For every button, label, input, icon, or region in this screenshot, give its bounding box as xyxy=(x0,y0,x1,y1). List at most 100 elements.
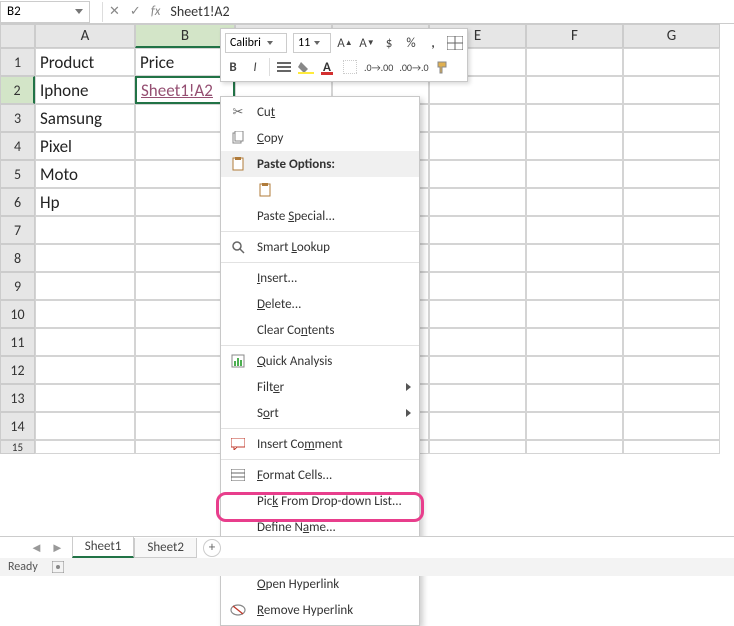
cell-A8[interactable] xyxy=(35,244,135,272)
increase-decimal-icon[interactable]: .0→.00 xyxy=(364,61,393,74)
cell-F4[interactable] xyxy=(526,132,623,160)
chevron-down-icon[interactable] xyxy=(314,41,320,45)
cell-E3[interactable] xyxy=(429,104,526,132)
cell-G8[interactable] xyxy=(623,244,720,272)
cell-E4[interactable] xyxy=(429,132,526,160)
cell-F15[interactable] xyxy=(526,440,623,454)
cell-A7[interactable] xyxy=(35,216,135,244)
increase-font-icon[interactable]: A▲ xyxy=(337,36,353,51)
cell-F9[interactable] xyxy=(526,272,623,300)
cell-A6[interactable]: Hp xyxy=(35,188,135,216)
align-icon[interactable] xyxy=(276,61,292,73)
enter-icon[interactable]: ✓ xyxy=(130,4,141,19)
cell-A2[interactable]: Iphone xyxy=(35,76,135,104)
cell-A3[interactable]: Samsung xyxy=(35,104,135,132)
cell-F11[interactable] xyxy=(526,328,623,356)
cell-E8[interactable] xyxy=(429,244,526,272)
row-header-8[interactable]: 8 xyxy=(0,244,35,272)
chevron-down-icon[interactable] xyxy=(75,9,83,14)
cell-F5[interactable] xyxy=(526,160,623,188)
menu-clear-contents[interactable]: Clear Contents xyxy=(221,317,419,343)
chevron-right-icon[interactable]: ► xyxy=(51,540,64,556)
decrease-font-icon[interactable]: A▼ xyxy=(359,36,375,51)
font-size-selector[interactable]: 11 xyxy=(293,33,331,53)
cell-E6[interactable] xyxy=(429,188,526,216)
cell-A10[interactable] xyxy=(35,300,135,328)
cell-E14[interactable] xyxy=(429,412,526,440)
cell-G5[interactable] xyxy=(623,160,720,188)
cell-A14[interactable] xyxy=(35,412,135,440)
fx-icon[interactable]: fx xyxy=(151,4,161,19)
name-box[interactable]: B2 xyxy=(0,1,90,23)
cell-F3[interactable] xyxy=(526,104,623,132)
format-painter-icon[interactable] xyxy=(435,60,451,74)
chevron-left-icon[interactable]: ◄ xyxy=(30,540,43,556)
decrease-decimal-icon[interactable]: .00→.0 xyxy=(399,61,428,74)
menu-paste-special[interactable]: Paste Special... xyxy=(221,203,419,229)
cell-E11[interactable] xyxy=(429,328,526,356)
menu-filter[interactable]: Filter xyxy=(221,374,419,400)
italic-button[interactable]: I xyxy=(247,60,263,75)
cancel-icon[interactable]: ✕ xyxy=(109,4,120,19)
menu-remove-hyperlink[interactable]: Remove Hyperlink xyxy=(221,597,419,623)
font-name-selector[interactable]: Calibri xyxy=(225,33,287,53)
cell-G15[interactable] xyxy=(623,440,720,454)
cell-G7[interactable] xyxy=(623,216,720,244)
fill-color-icon[interactable] xyxy=(298,60,314,74)
row-header-11[interactable]: 11 xyxy=(0,328,35,356)
cell-E7[interactable] xyxy=(429,216,526,244)
row-header-6[interactable]: 6 xyxy=(0,188,35,216)
cell-G4[interactable] xyxy=(623,132,720,160)
menu-sort[interactable]: Sort xyxy=(221,400,419,426)
row-header-1[interactable]: 1 xyxy=(0,48,35,76)
macro-record-icon[interactable] xyxy=(52,561,64,573)
cell-F1[interactable] xyxy=(526,48,623,76)
cell-A5[interactable]: Moto xyxy=(35,160,135,188)
formula-bar[interactable]: Sheet1!A2 xyxy=(170,3,229,20)
percent-format-icon[interactable]: % xyxy=(403,36,419,51)
cell-F10[interactable] xyxy=(526,300,623,328)
menu-insert-comment[interactable]: Insert Comment xyxy=(221,431,419,457)
menu-format-cells[interactable]: Format Cells... xyxy=(221,462,419,488)
cell-G9[interactable] xyxy=(623,272,720,300)
comma-format-icon[interactable]: , xyxy=(425,36,441,51)
row-header-15[interactable]: 15 xyxy=(0,440,35,454)
format-cells-icon[interactable] xyxy=(447,36,463,50)
menu-copy[interactable]: Copy xyxy=(221,125,419,151)
cell-E15[interactable] xyxy=(429,440,526,454)
row-header-3[interactable]: 3 xyxy=(0,104,35,132)
cell-G14[interactable] xyxy=(623,412,720,440)
bold-button[interactable]: B xyxy=(225,60,241,75)
cell-A1[interactable]: Product xyxy=(35,48,135,76)
row-header-7[interactable]: 7 xyxy=(0,216,35,244)
accounting-format-icon[interactable]: $ xyxy=(381,36,397,51)
cell-G3[interactable] xyxy=(623,104,720,132)
chevron-down-icon[interactable] xyxy=(267,41,273,45)
cell-E13[interactable] xyxy=(429,384,526,412)
borders-icon[interactable] xyxy=(342,60,358,74)
menu-quick-analysis[interactable]: Quick Analysis xyxy=(221,348,419,374)
menu-cut[interactable]: ✂ Cut xyxy=(221,99,419,125)
cell-F7[interactable] xyxy=(526,216,623,244)
menu-delete[interactable]: Delete... xyxy=(221,291,419,317)
cell-E5[interactable] xyxy=(429,160,526,188)
cell-F8[interactable] xyxy=(526,244,623,272)
row-header-13[interactable]: 13 xyxy=(0,384,35,412)
cell-A13[interactable] xyxy=(35,384,135,412)
menu-smart-lookup[interactable]: Smart Lookup xyxy=(221,234,419,260)
row-header-4[interactable]: 4 xyxy=(0,132,35,160)
cell-E10[interactable] xyxy=(429,300,526,328)
cell-A9[interactable] xyxy=(35,272,135,300)
row-header-10[interactable]: 10 xyxy=(0,300,35,328)
row-header-5[interactable]: 5 xyxy=(0,160,35,188)
cell-F13[interactable] xyxy=(526,384,623,412)
menu-pick-from-list[interactable]: Pick From Drop-down List... xyxy=(221,488,419,514)
cell-G13[interactable] xyxy=(623,384,720,412)
cell-F12[interactable] xyxy=(526,356,623,384)
cell-F14[interactable] xyxy=(526,412,623,440)
mini-toolbar[interactable]: Calibri 11 A▲ A▼ $ % , B I A .0 xyxy=(220,28,468,82)
cell-G1[interactable] xyxy=(623,48,720,76)
font-color-icon[interactable]: A xyxy=(320,60,336,75)
row-header-9[interactable]: 9 xyxy=(0,272,35,300)
cell-A15[interactable] xyxy=(35,440,135,454)
